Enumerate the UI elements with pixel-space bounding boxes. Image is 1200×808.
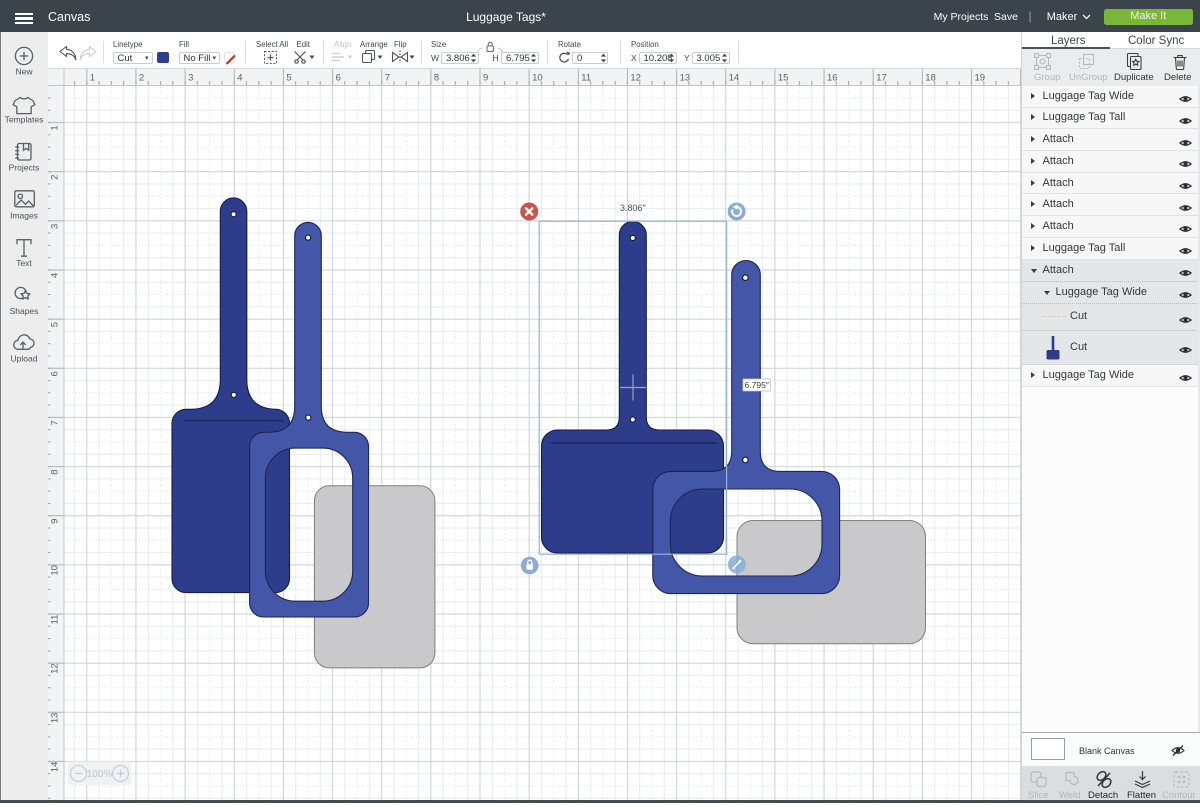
svg-text:3.806″: 3.806″ [619,203,646,213]
svg-text:8: 8 [433,73,438,84]
svg-text:10: 10 [49,565,60,576]
svg-text:12: 12 [49,663,60,674]
svg-text:1: 1 [89,73,94,84]
svg-text:5: 5 [49,322,60,327]
svg-text:1: 1 [49,125,60,130]
svg-text:Projects: Projects [9,163,40,173]
svg-text:8: 8 [49,469,60,474]
svg-text:Templates: Templates [5,115,44,125]
svg-text:16: 16 [827,73,838,84]
svg-text:12: 12 [630,73,641,84]
svg-text:3: 3 [49,224,60,229]
svg-text:11: 11 [581,73,591,84]
svg-text:100%: 100% [86,769,112,780]
svg-text:Text: Text [16,258,32,268]
svg-text:3: 3 [188,73,193,84]
svg-text:9: 9 [483,73,488,84]
svg-text:14: 14 [728,73,739,84]
svg-text:13: 13 [679,73,690,84]
svg-text:18: 18 [925,73,936,84]
svg-text:6: 6 [49,371,60,376]
svg-text:4: 4 [49,273,60,278]
svg-text:14: 14 [49,762,60,773]
svg-text:17: 17 [876,73,887,84]
svg-text:11: 11 [49,615,60,625]
svg-text:15: 15 [777,73,788,84]
svg-text:2: 2 [138,73,143,84]
svg-text:Images: Images [10,211,38,221]
svg-text:6: 6 [335,73,340,84]
svg-text:2: 2 [49,175,60,180]
svg-text:7: 7 [49,420,60,425]
svg-text:Upload: Upload [11,354,38,364]
svg-text:13: 13 [49,713,60,724]
svg-text:4: 4 [237,73,242,84]
svg-text:10: 10 [532,73,543,84]
svg-text:Shapes: Shapes [10,306,39,316]
svg-text:9: 9 [49,519,60,524]
svg-text:6.795″: 6.795″ [744,380,768,390]
svg-text:7: 7 [384,73,389,84]
svg-text:19: 19 [974,73,985,84]
svg-text:5: 5 [286,73,291,84]
